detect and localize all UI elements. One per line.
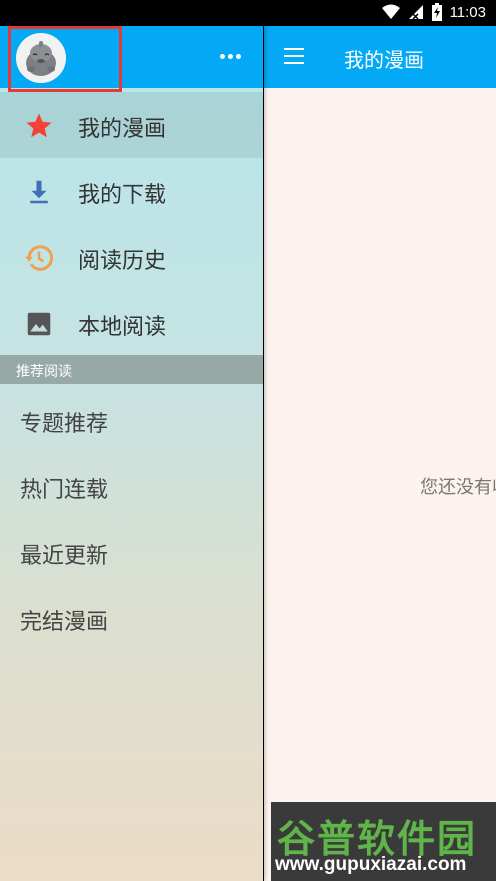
- watermark-url: www.gupuxiazai.com: [275, 854, 467, 875]
- menu-item-reading-history[interactable]: 阅读历史: [0, 224, 263, 290]
- recommend-item-label: 专题推荐: [20, 412, 109, 437]
- menu-item-label: 我的下载: [78, 183, 167, 208]
- history-icon: [24, 243, 54, 273]
- battery-charging-icon: [431, 3, 442, 21]
- menu-item-my-downloads[interactable]: 我的下载: [0, 158, 263, 224]
- empty-state-text: 您还没有收藏漫画: [420, 477, 496, 498]
- menu-item-label: 本地阅读: [78, 315, 167, 340]
- page-title: 我的漫画: [344, 48, 424, 72]
- recommend-item-topics[interactable]: 专题推荐: [0, 388, 263, 454]
- main-toolbar: 我的漫画: [264, 26, 496, 88]
- recommend-item-latest[interactable]: 最近更新: [0, 520, 263, 586]
- menu-icon[interactable]: [284, 48, 306, 66]
- recommend-item-label: 热门连载: [20, 478, 109, 503]
- more-horizontal-icon[interactable]: [220, 54, 241, 59]
- watermark: 谷普软件园 www.gupuxiazai.com: [271, 802, 496, 881]
- recommend-item-label: 最近更新: [20, 544, 109, 569]
- signal-icon: [408, 4, 424, 20]
- recommend-item-label: 完结漫画: [20, 610, 109, 635]
- menu-item-label: 阅读历史: [78, 249, 167, 274]
- menu-item-local-reading[interactable]: 本地阅读: [0, 290, 263, 356]
- highlight-box: [8, 26, 122, 92]
- image-icon: [24, 309, 54, 339]
- clock-text: 11:03: [449, 3, 486, 21]
- recommend-item-popular[interactable]: 热门连载: [0, 454, 263, 520]
- section-title: 推荐阅读: [16, 364, 72, 380]
- screen: 11:03 我的漫画 您还没有收藏漫画 谷普软件园 www.gupuxiazai…: [0, 0, 496, 881]
- status-bar: 11:03: [0, 0, 496, 26]
- recommend-item-completed[interactable]: 完结漫画: [0, 586, 263, 652]
- menu-item-label: 我的漫画: [78, 117, 167, 142]
- status-icons: 11:03: [381, 3, 486, 21]
- navigation-drawer: 我的漫画 我的下载 阅读历史 本地阅读 推荐阅读 专题推荐 热门连载 最近更新 …: [0, 26, 263, 881]
- wifi-icon: [381, 4, 400, 20]
- main-content: 我的漫画 您还没有收藏漫画: [264, 26, 496, 881]
- menu-item-my-comics[interactable]: 我的漫画: [0, 92, 263, 158]
- download-icon: [24, 177, 54, 207]
- star-icon: [24, 111, 54, 141]
- section-header: 推荐阅读: [0, 355, 263, 384]
